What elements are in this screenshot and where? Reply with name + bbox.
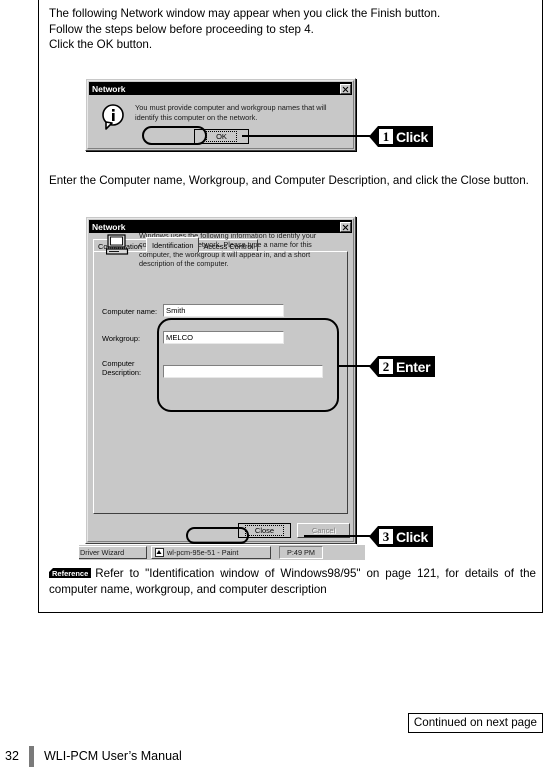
intro-line-2: Follow the steps below before proceeding…: [49, 22, 314, 36]
callout-2-band: 2 Enter: [378, 356, 436, 377]
paint-app-icon: [155, 548, 164, 557]
taskbar-clock: P:49 PM: [279, 546, 323, 559]
close-button[interactable]: Close: [238, 523, 291, 538]
continued-on-next-page-note: Continued on next page: [407, 713, 543, 733]
callout-2-action: Enter: [396, 358, 431, 375]
taskbar-item-driver-wizard[interactable]: vice Driver Wizard: [79, 546, 147, 559]
computer-description-label-line1: Computer: [102, 359, 135, 368]
callout-1-action: Click: [396, 128, 428, 145]
callout-step-3: 3 Click: [369, 526, 433, 547]
footer-divider: [29, 745, 34, 767]
page-footer: 32 WLI-PCM User’s Manual: [0, 742, 548, 770]
computer-monitor-icon: [106, 234, 129, 255]
identification-tab-panel: [93, 251, 348, 514]
close-x-icon[interactable]: [340, 221, 351, 232]
callout-2-leader-line: [339, 365, 370, 367]
information-icon: [102, 104, 124, 130]
callout-arrow-icon: [369, 126, 378, 147]
computer-description-input[interactable]: [163, 365, 323, 378]
windows-taskbar: vice Driver Wizard wl-pcm-95e-51 - Paint…: [79, 544, 365, 560]
reference-note-text: Refer to "Identification window of Windo…: [49, 567, 536, 596]
intro-line-1: The following Network window may appear …: [49, 7, 441, 20]
dialog2-title: Network: [92, 221, 126, 232]
computer-description-label-line2: Description:: [102, 368, 142, 378]
callout-1-number: 1: [379, 129, 393, 144]
computer-name-label: Computer name:: [102, 307, 158, 316]
callout-arrow-icon: [369, 356, 378, 377]
callout-3-action: Click: [396, 528, 428, 545]
page-number: 32: [5, 749, 19, 763]
ok-button-label: OK: [206, 131, 237, 142]
taskbar-item-paint[interactable]: wl-pcm-95e-51 - Paint: [151, 546, 271, 559]
cancel-button-label: Cancel: [311, 526, 336, 535]
close-button-label: Close: [244, 525, 285, 536]
intro-paragraph: The following Network window may appear …: [49, 6, 536, 53]
reference-note: Reference Refer to "Identification window…: [49, 566, 536, 597]
callout-step-1: 1 Click: [369, 126, 433, 147]
network-properties-dialog: Network Configuration Identification Acc…: [85, 216, 356, 544]
callout-1-leader-line: [242, 135, 370, 137]
footer-manual-title: WLI-PCM User’s Manual: [44, 749, 182, 763]
callout-arrow-icon: [369, 526, 378, 547]
dialog1-title: Network: [92, 83, 126, 94]
callout-2-number: 2: [379, 359, 393, 374]
callout-3-leader-line: [304, 535, 370, 537]
workgroup-input[interactable]: MELCO: [163, 331, 284, 344]
taskbar-item-paint-label: wl-pcm-95e-51 - Paint: [167, 548, 239, 557]
dialog1-message: You must provide computer and workgroup …: [135, 103, 327, 122]
intro-line-3: Click the OK button.: [49, 38, 153, 51]
content-box: The following Network window may appear …: [38, 0, 543, 613]
step2-paragraph: Enter the Computer name, Workgroup, and …: [49, 174, 529, 187]
reference-badge: Reference: [49, 568, 92, 578]
close-x-icon[interactable]: [340, 83, 351, 94]
dialog1-titlebar: Network: [89, 82, 352, 95]
callout-1-band: 1 Click: [378, 126, 433, 147]
computer-description-label: Computer Description:: [102, 359, 162, 377]
ok-button[interactable]: OK: [194, 129, 249, 144]
tab-identification[interactable]: Identification: [145, 237, 200, 252]
workgroup-label: Workgroup:: [102, 334, 141, 343]
network-info-dialog: Network You must provide computer and wo…: [85, 78, 356, 151]
computer-name-input[interactable]: Smith: [163, 304, 284, 317]
callout-step-2: 2 Enter: [369, 356, 436, 377]
callout-3-band: 3 Click: [378, 526, 433, 547]
callout-3-number: 3: [379, 529, 393, 544]
